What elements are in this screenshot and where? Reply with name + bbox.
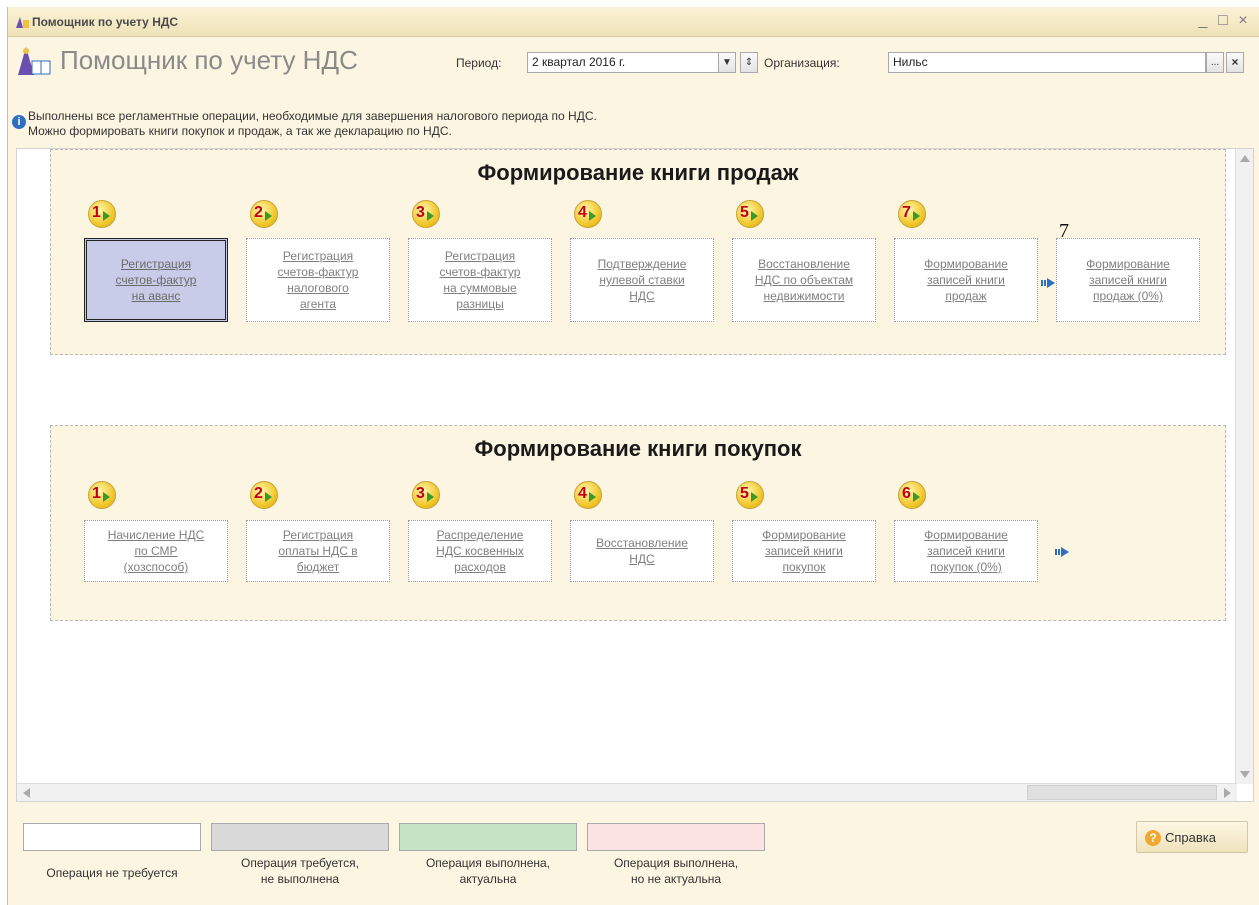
purchase-step-6-badge: 6: [898, 481, 934, 509]
horizontal-scrollbar[interactable]: [17, 783, 1237, 801]
info-line-1: Выполнены все регламентные операции, нео…: [28, 109, 597, 123]
purchase-op-purchase-book-records[interactable]: Формирование записей книги покупок: [732, 520, 876, 582]
purchase-op-vat-recovery[interactable]: Восстановление НДС: [570, 520, 714, 582]
vertical-scrollbar[interactable]: [1235, 149, 1253, 784]
help-button-label: Справка: [1165, 830, 1216, 845]
green-arrow-icon: [589, 492, 596, 502]
purchase-book-title: Формирование книги покупок: [474, 436, 802, 461]
sales-step-7-badge: 7: [898, 200, 934, 228]
organization-clear-button[interactable]: ×: [1226, 52, 1244, 73]
green-arrow-icon: [103, 492, 110, 502]
green-arrow-icon: [751, 492, 758, 502]
scroll-thumb[interactable]: [1027, 785, 1217, 800]
organization-label: Организация:: [764, 56, 840, 70]
sales-step-4-badge: 4: [574, 200, 610, 228]
sales-op-sum-differences[interactable]: Регистрация счетов-фактур на суммовые ра…: [408, 238, 552, 322]
sales-op-advance-invoices[interactable]: Регистрация счетов-фактур на аванс: [84, 238, 228, 322]
green-arrow-icon: [589, 211, 596, 221]
help-button[interactable]: ? Справка: [1136, 821, 1248, 853]
app-logo-icon: [18, 47, 51, 75]
purchase-step-2-badge: 2: [250, 481, 286, 509]
sales-step-1-badge: 1: [88, 200, 124, 228]
green-arrow-icon: [265, 211, 272, 221]
close-button[interactable]: ×: [1234, 11, 1252, 31]
info-line-2: Можно формировать книги покупок и продаж…: [28, 124, 452, 138]
purchase-op-construction-vat[interactable]: Начисление НДС по СМР (хозспособ): [84, 520, 228, 582]
period-field[interactable]: 2 квартал 2016 г.: [527, 52, 719, 73]
scroll-down-icon[interactable]: [1240, 771, 1250, 778]
window-title: Помощник по учету НДС: [32, 15, 179, 29]
legend-swatch-done-not-actual: [587, 823, 765, 851]
sales-step-3-badge: 3: [412, 200, 448, 228]
legend-label-done-actual: Операция выполнена, актуальна: [425, 856, 551, 886]
blue-sequence-arrow-icon: [1055, 547, 1069, 557]
green-arrow-icon: [427, 492, 434, 502]
sales-step-2-badge: 2: [250, 200, 286, 228]
sales-step-5-badge: 5: [736, 200, 772, 228]
purchase-step-4-badge: 4: [574, 481, 610, 509]
title-bar: Помощник по учету НДС _ □ ×: [8, 7, 1259, 37]
green-arrow-icon: [103, 211, 110, 221]
sales-op-sales-book-zero[interactable]: Формирование записей книги продаж (0%): [1056, 238, 1200, 322]
minimize-button[interactable]: _: [1194, 11, 1212, 31]
legend-label-required: Операция требуется, не выполнена: [241, 856, 359, 886]
purchase-book-section: Формирование книги покупок 1 2 3 4 5 6 Н…: [50, 425, 1226, 621]
sales-op-sales-book-records[interactable]: Формирование записей книги продаж: [894, 238, 1038, 322]
scroll-up-icon[interactable]: [1240, 155, 1250, 162]
info-icon: i: [12, 115, 26, 129]
purchase-step-5-badge: 5: [736, 481, 772, 509]
purchase-op-purchase-book-zero[interactable]: Формирование записей книги покупок (0%): [894, 520, 1038, 582]
purchase-step-1-badge: 1: [88, 481, 124, 509]
green-arrow-icon: [265, 492, 272, 502]
sales-book-title: Формирование книги продаж: [477, 160, 799, 185]
legend-swatch-required: [211, 823, 389, 851]
legend-swatch-not-required: [23, 823, 201, 851]
period-label: Период:: [456, 56, 502, 70]
purchase-op-indirect-costs[interactable]: Распределение НДС косвенных расходов: [408, 520, 552, 582]
organization-select-button[interactable]: ...: [1206, 52, 1224, 73]
green-arrow-icon: [427, 211, 434, 221]
organization-field[interactable]: Нильс: [888, 52, 1206, 73]
sales-op-tax-agent-invoices[interactable]: Регистрация счетов-фактур налогового аге…: [246, 238, 390, 322]
steps-panel: Формирование книги продаж 7 1 2 3 4 5 7 …: [16, 148, 1254, 802]
period-dropdown-button[interactable]: ▼: [718, 52, 736, 73]
green-arrow-icon: [913, 211, 920, 221]
header: Помощник по учету НДС Период: 2 квартал …: [8, 37, 1259, 79]
purchase-step-3-badge: 3: [412, 481, 448, 509]
sales-op-zero-rate[interactable]: Подтверждение нулевой ставки НДС: [570, 238, 714, 322]
sales-book-section: Формирование книги продаж 7 1 2 3 4 5 7 …: [50, 149, 1226, 355]
help-icon: ?: [1145, 830, 1161, 846]
scroll-right-icon[interactable]: [1224, 788, 1231, 798]
legend-label-not-required: Операция не требуется: [46, 866, 178, 880]
period-stepper-button[interactable]: ⇕: [740, 52, 758, 73]
blue-sequence-arrow-icon: [1041, 278, 1055, 288]
legend-swatch-done-actual: [399, 823, 577, 851]
legend-label-done-not-actual: Операция выполнена, но не актуальна: [613, 856, 739, 886]
green-arrow-icon: [751, 211, 758, 221]
green-arrow-icon: [913, 492, 920, 502]
window: Помощник по учету НДС _ □ × Помощник по …: [7, 7, 1259, 905]
app-icon: [16, 17, 29, 28]
sales-op-real-estate-vat[interactable]: Восстановление НДС по объектам недвижимо…: [732, 238, 876, 322]
purchase-op-vat-payment[interactable]: Регистрация оплаты НДС в бюджет: [246, 520, 390, 582]
page-title: Помощник по учету НДС: [60, 45, 358, 75]
scroll-left-icon[interactable]: [23, 788, 30, 798]
maximize-button[interactable]: □: [1214, 11, 1232, 31]
